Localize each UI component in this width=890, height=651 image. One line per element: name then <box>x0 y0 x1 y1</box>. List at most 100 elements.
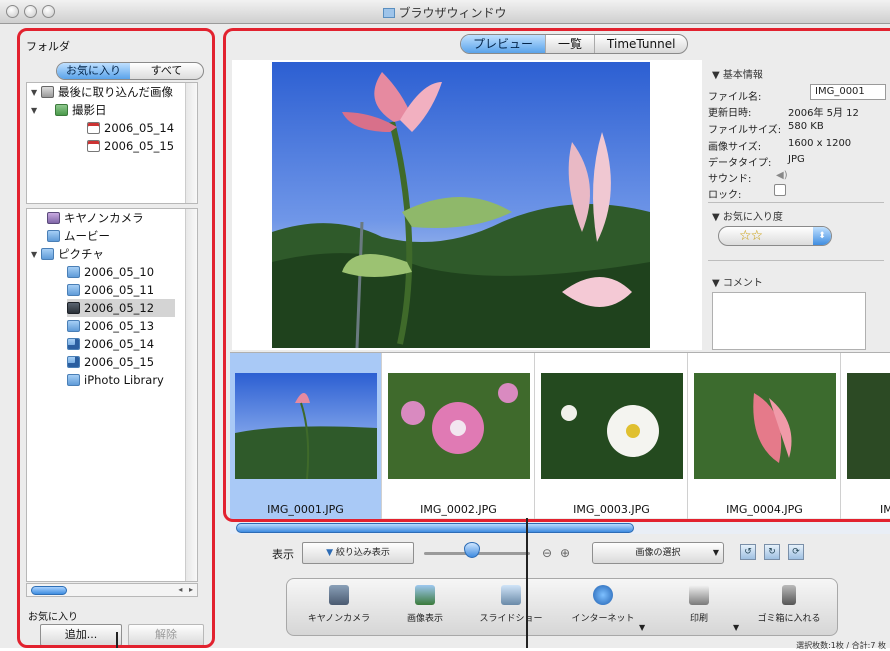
chevron-updown-icon: ⬍ <box>813 227 831 245</box>
thumbnail-caption: IM <box>880 503 890 516</box>
basic-info-header[interactable]: ▼ 基本情報 <box>712 66 763 81</box>
tab-timetunnel[interactable]: TimeTunnel <box>595 35 687 53</box>
folders-scrollbar[interactable] <box>185 209 197 581</box>
tree-item-movies[interactable]: ムービー <box>47 227 110 245</box>
calendar-icon <box>87 122 100 134</box>
segment-all[interactable]: すべて <box>130 63 203 79</box>
info-panel: ▼ 基本情報 ファイル名: IMG_0001 更新日時: 2006年 5月 12… <box>704 60 890 350</box>
tree-item-label: 2006_05_15 <box>84 355 155 369</box>
tree-item-date[interactable]: 2006_05_15 <box>87 137 174 155</box>
comment-textarea[interactable] <box>712 292 866 350</box>
tree-item-folder-selected[interactable]: 2006_05_12 <box>67 299 175 317</box>
folder-icon <box>67 302 80 314</box>
tree-item-folder[interactable]: 2006_05_14 <box>67 335 154 353</box>
scroll-arrows-icon[interactable]: ◂ ▸ <box>178 585 195 594</box>
print-dropdown-icon[interactable]: ▼ <box>733 623 739 632</box>
preview-image[interactable] <box>272 62 650 348</box>
add-favorite-button[interactable]: 追加... <box>40 624 122 646</box>
trash-button[interactable]: ゴミ箱に入れる <box>741 585 837 624</box>
sound-icon[interactable]: ◀︎) <box>776 170 788 181</box>
tree-item-label: 撮影日 <box>72 103 107 117</box>
remove-favorite-button[interactable]: 解除 <box>128 624 204 646</box>
scroll-thumb[interactable] <box>236 523 634 533</box>
tree-item-canon-camera[interactable]: キヤノンカメラ <box>47 209 144 227</box>
thumbnail-scrollbar[interactable] <box>230 520 890 534</box>
tree-item-folder[interactable]: 2006_05_13 <box>67 317 154 335</box>
download-folder-icon <box>67 356 80 368</box>
folder-icon <box>67 266 80 278</box>
lock-checkbox[interactable] <box>774 184 786 196</box>
favorites-tree: ▼ 最後に取り込んだ画像 ▼ 撮影日 2006_05_14 2006_05_15 <box>26 82 198 204</box>
tree-item-iphoto-library[interactable]: iPhoto Library <box>67 371 164 389</box>
tree-item-date[interactable]: 2006_05_14 <box>87 119 174 137</box>
disclosure-triangle-icon[interactable]: ▼ <box>31 84 41 102</box>
pictures-folder-icon <box>41 248 54 260</box>
tree-item-shooting-date[interactable]: ▼ 撮影日 <box>31 101 107 119</box>
disclosure-triangle-icon[interactable]: ▼ <box>31 246 41 264</box>
tree-item-pictures[interactable]: ▼ ピクチャ <box>31 245 104 263</box>
tab-list[interactable]: 一覧 <box>546 35 596 53</box>
calendar-icon <box>87 140 100 152</box>
rotate-right-icon[interactable]: ↻ <box>764 544 780 560</box>
image-view-button[interactable]: 画像表示 <box>377 585 473 624</box>
display-controls: 表示 ▼ 絞り込み表示 ⊖ ⊕ 画像の選択 ▼ ↺ ↻ ⟳ <box>228 538 890 568</box>
tool-label: 画像表示 <box>406 614 443 624</box>
internet-button[interactable]: インターネット <box>555 585 651 624</box>
tree-item-label: 2006_05_10 <box>84 265 155 279</box>
rotate-icon[interactable]: ⟳ <box>788 544 804 560</box>
tool-label: キヤノンカメラ <box>307 614 371 624</box>
thumbnail-item[interactable]: IM <box>842 353 890 519</box>
segment-favorites[interactable]: お気に入り <box>57 63 130 79</box>
rotate-left-icon[interactable]: ↺ <box>740 544 756 560</box>
camera-folder-icon <box>47 212 60 224</box>
thumbnail-item[interactable]: IMG_0002.JPG <box>383 353 535 519</box>
thumbnail-item[interactable]: IMG_0001.JPG <box>230 353 382 519</box>
image-select-popup[interactable]: 画像の選択 ▼ <box>592 542 724 564</box>
display-label: 表示 <box>272 548 294 561</box>
tree-item-last-imported[interactable]: ▼ 最後に取り込んだ画像 <box>31 83 173 101</box>
tree-item-label: 2006_05_13 <box>84 319 155 333</box>
slideshow-button[interactable]: スライドショー <box>463 585 559 624</box>
divider <box>708 202 884 203</box>
zoom-out-icon[interactable]: ⊖ <box>542 546 552 560</box>
print-button[interactable]: 印刷 <box>651 585 747 624</box>
thumbnail-image <box>541 373 683 479</box>
tree-item-folder[interactable]: 2006_05_10 <box>67 263 154 281</box>
tree-item-folder[interactable]: 2006_05_15 <box>67 353 154 371</box>
favorite-rating-select[interactable]: ☆☆ ⬍ <box>718 226 832 246</box>
zoom-in-icon[interactable]: ⊕ <box>560 546 570 560</box>
slider-knob[interactable] <box>464 542 480 558</box>
info-value: 1600 x 1200 <box>788 138 852 149</box>
filename-field[interactable]: IMG_0001 <box>810 84 886 100</box>
disclosure-triangle-icon[interactable]: ▼ <box>31 102 41 120</box>
status-text: 選択枚数:1枚 / 合計:7 枚 <box>796 641 886 650</box>
thumbnail-item[interactable]: IMG_0004.JPG <box>689 353 841 519</box>
thumbnail-photo <box>401 383 518 454</box>
canon-camera-button[interactable]: キヤノンカメラ <box>291 585 387 624</box>
folders-horizontal-scrollbar[interactable]: ◂ ▸ <box>26 583 198 597</box>
internet-icon <box>593 585 613 605</box>
tab-preview[interactable]: プレビュー <box>461 35 547 53</box>
tree-item-label: iPhoto Library <box>84 373 164 387</box>
image-view-icon <box>415 585 435 605</box>
folder-segmented-control: お気に入り すべて <box>56 62 204 80</box>
info-key: ファイル名: <box>708 92 762 103</box>
favorite-rating-header[interactable]: ▼ お気に入り度 <box>712 208 783 223</box>
tree-item-label: 最後に取り込んだ画像 <box>58 85 173 99</box>
browser-window: ブラウザウィンドウ フォルダ お気に入り すべて ▼ 最後に取り込んだ画像 ▼ 撮影… <box>0 0 890 650</box>
tool-label: スライドショー <box>479 614 543 624</box>
filter-display-button[interactable]: ▼ 絞り込み表示 <box>302 542 414 564</box>
thumbnail-photo <box>561 405 659 457</box>
info-key: ファイルサイズ: <box>708 125 782 136</box>
scroll-thumb[interactable] <box>31 586 67 595</box>
internet-dropdown-icon[interactable]: ▼ <box>639 623 645 632</box>
shooting-date-icon <box>55 104 68 116</box>
info-value: 580 KB <box>788 121 824 132</box>
tree-item-folder[interactable]: 2006_05_11 <box>67 281 154 299</box>
favorites-scrollbar[interactable] <box>185 83 197 203</box>
thumbnail-item[interactable]: IMG_0003.JPG <box>536 353 688 519</box>
tree-item-label: ムービー <box>64 229 110 243</box>
comment-header[interactable]: ▼ コメント <box>712 274 763 289</box>
folder-icon <box>67 320 80 332</box>
thumbnail-photo <box>235 393 377 479</box>
